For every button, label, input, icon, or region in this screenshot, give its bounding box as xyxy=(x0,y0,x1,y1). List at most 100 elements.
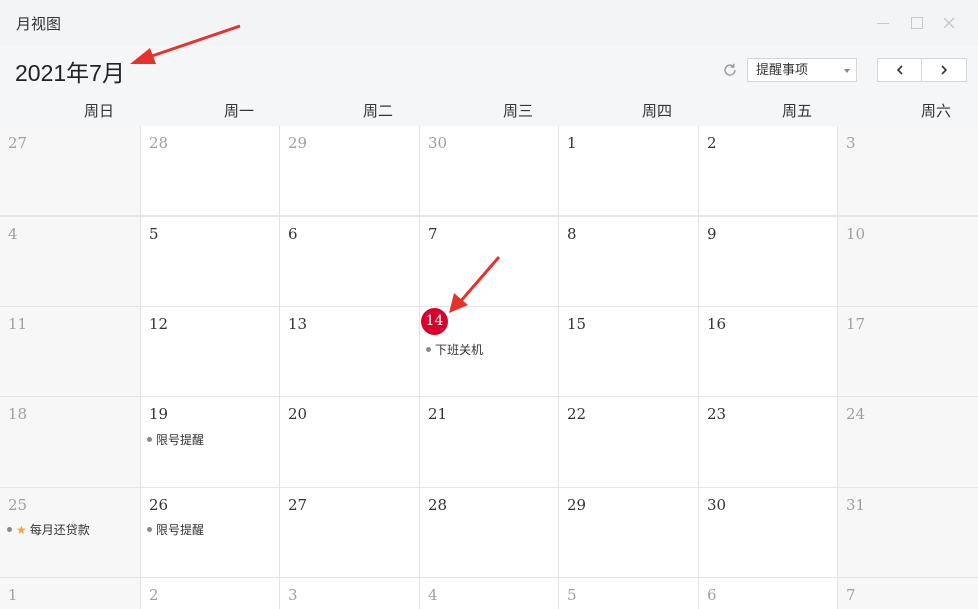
day-number: 28 xyxy=(149,134,169,152)
close-icon xyxy=(943,17,955,29)
event-dot xyxy=(147,527,152,532)
day-cell[interactable]: 6 xyxy=(280,217,419,306)
event-dot xyxy=(7,527,12,532)
day-cell[interactable]: 16 xyxy=(699,307,837,396)
event-offwork[interactable]: 下班关机 xyxy=(426,341,483,358)
day-number: 3 xyxy=(288,586,298,604)
weekday-sat: 周六 xyxy=(920,103,951,120)
day-cell[interactable]: 3 xyxy=(280,578,419,609)
day-number: 18 xyxy=(8,405,28,423)
day-cell[interactable]: 18 xyxy=(0,397,140,487)
weekday-tue: 周二 xyxy=(362,103,393,120)
day-cell[interactable]: 1 xyxy=(0,578,140,609)
event-plate-19[interactable]: 限号提醒 xyxy=(147,431,204,448)
title-bar: 月视图 xyxy=(0,0,978,46)
day-cell[interactable]: 17 xyxy=(838,307,978,396)
event-plate-26[interactable]: 限号提醒 xyxy=(147,521,204,538)
day-cell[interactable]: 29 xyxy=(280,126,419,215)
day-number: 23 xyxy=(707,405,727,423)
day-number: 20 xyxy=(288,405,308,423)
event-label: 每月还贷款 xyxy=(29,523,90,537)
day-cell[interactable]: 12 xyxy=(141,307,279,396)
day-number: 3 xyxy=(846,134,856,152)
day-cell[interactable]: 27 xyxy=(280,488,419,577)
day-cell[interactable]: 31 xyxy=(838,488,978,577)
minimize-button[interactable] xyxy=(874,14,892,32)
day-cell[interactable]: 28 xyxy=(420,488,558,577)
day-cell[interactable]: 30 xyxy=(699,488,837,577)
day-number: 7 xyxy=(846,586,856,604)
day-number: 22 xyxy=(567,405,587,423)
reminder-filter-select[interactable]: 提醒事项 xyxy=(747,58,857,82)
day-number: 21 xyxy=(428,405,448,423)
event-dot xyxy=(426,347,431,352)
day-number: 2 xyxy=(149,586,159,604)
refresh-icon[interactable] xyxy=(722,62,738,78)
day-number: 12 xyxy=(149,315,169,333)
day-number: 5 xyxy=(567,586,577,604)
day-cell[interactable]: 6 xyxy=(699,578,837,609)
caret-down-icon xyxy=(844,69,850,73)
day-cell[interactable]: 29 xyxy=(559,488,698,577)
day-number: 30 xyxy=(428,134,448,152)
day-number: 2 xyxy=(707,134,717,152)
event-label: 限号提醒 xyxy=(156,433,205,447)
event-dot xyxy=(147,437,152,442)
day-number: 7 xyxy=(428,225,438,243)
event-label: 限号提醒 xyxy=(156,523,205,537)
month-title: 2021年7月 xyxy=(15,60,125,86)
chevron-left-icon xyxy=(896,65,903,75)
weekday-header: 周日 周一 周二 周三 周四 周五 周六 xyxy=(0,96,978,126)
day-cell[interactable]: 3 xyxy=(838,126,978,215)
month-nav xyxy=(877,58,967,82)
day-cell[interactable]: 4 xyxy=(420,578,558,609)
day-number: 9 xyxy=(707,225,717,243)
day-number: 17 xyxy=(846,315,866,333)
day-cell[interactable]: 1 xyxy=(559,126,698,215)
day-number: 13 xyxy=(288,315,308,333)
day-cell[interactable]: 23 xyxy=(699,397,837,487)
day-number: 31 xyxy=(846,496,866,514)
day-cell[interactable]: 28 xyxy=(141,126,279,215)
day-cell[interactable]: 22 xyxy=(559,397,698,487)
filter-select-value: 提醒事项 xyxy=(756,62,809,77)
day-cell[interactable]: 20 xyxy=(280,397,419,487)
day-cell[interactable]: 13 xyxy=(280,307,419,396)
day-cell[interactable]: 2 xyxy=(699,126,837,215)
day-cell[interactable]: 10 xyxy=(838,217,978,306)
day-number: 1 xyxy=(567,134,577,152)
event-loan[interactable]: ★ 每月还贷款 xyxy=(7,521,90,538)
prev-month-button[interactable] xyxy=(878,59,922,81)
day-cell[interactable]: 5 xyxy=(141,217,279,306)
day-cell[interactable]: 4 xyxy=(0,217,140,306)
today-badge[interactable]: 14 xyxy=(421,308,448,335)
day-cell[interactable]: 27 xyxy=(0,126,140,215)
day-cell[interactable]: 2 xyxy=(141,578,279,609)
day-number: 4 xyxy=(8,225,18,243)
weekday-sun: 周日 xyxy=(83,103,114,120)
close-button[interactable] xyxy=(940,14,958,32)
day-cell[interactable]: 24 xyxy=(838,397,978,487)
day-number: 4 xyxy=(428,586,438,604)
next-month-button[interactable] xyxy=(922,59,966,81)
day-cell[interactable]: 7 xyxy=(420,217,558,306)
day-cell[interactable]: 8 xyxy=(559,217,698,306)
maximize-button[interactable] xyxy=(908,14,926,32)
weekday-thu: 周四 xyxy=(641,103,672,120)
day-cell[interactable]: 7 xyxy=(838,578,978,609)
weekday-mon: 周一 xyxy=(223,103,254,120)
weekday-fri: 周五 xyxy=(781,103,812,120)
day-number: 10 xyxy=(846,225,866,243)
day-cell[interactable]: 15 xyxy=(559,307,698,396)
day-cell[interactable]: 9 xyxy=(699,217,837,306)
weekday-wed: 周三 xyxy=(502,103,533,120)
day-number: 29 xyxy=(288,134,308,152)
day-number: 1 xyxy=(8,586,18,604)
window-title: 月视图 xyxy=(16,16,62,33)
day-number: 11 xyxy=(8,315,28,333)
day-cell[interactable]: 30 xyxy=(420,126,558,215)
day-cell[interactable]: 5 xyxy=(559,578,698,609)
day-cell[interactable]: 11 xyxy=(0,307,140,396)
day-cell[interactable]: 21 xyxy=(420,397,558,487)
event-label: 下班关机 xyxy=(435,343,484,357)
